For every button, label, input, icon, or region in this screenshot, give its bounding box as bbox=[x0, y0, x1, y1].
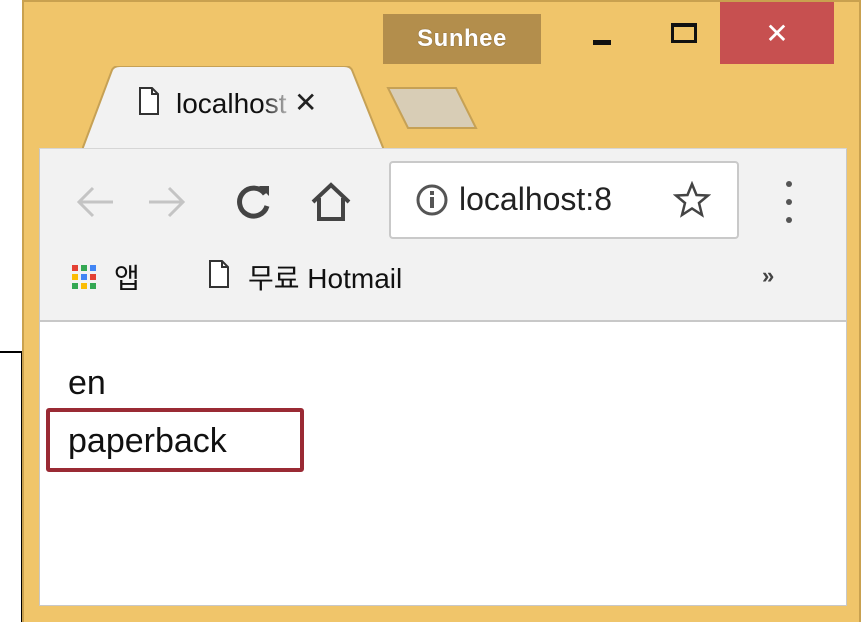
info-icon[interactable] bbox=[415, 183, 449, 222]
browser-window: Sunhee ✕ localhost ✕ localhost:8 앱 무료 Ho… bbox=[22, 0, 861, 622]
page-icon bbox=[208, 259, 230, 295]
maximize-button[interactable] bbox=[658, 2, 710, 64]
reload-button[interactable] bbox=[230, 179, 276, 225]
content-line-1: en bbox=[68, 364, 106, 402]
star-icon[interactable] bbox=[672, 180, 712, 224]
annotation-line-horizontal bbox=[0, 351, 22, 353]
back-button[interactable] bbox=[72, 179, 118, 225]
tab-title: localhost bbox=[176, 88, 287, 119]
bookmark-hotmail-label: 무료 Hotmail bbox=[248, 263, 403, 294]
bookmarks-overflow-button[interactable]: » bbox=[762, 263, 774, 289]
back-arrow-icon bbox=[76, 186, 113, 218]
tab-close-button[interactable]: ✕ bbox=[294, 86, 317, 119]
minimize-icon bbox=[593, 39, 611, 45]
bookmark-apps[interactable]: 앱 bbox=[72, 257, 140, 297]
address-bar[interactable]: localhost:8 bbox=[389, 161, 739, 239]
reload-icon bbox=[237, 185, 270, 219]
bookmark-hotmail[interactable]: 무료 Hotmail bbox=[208, 257, 402, 297]
forward-arrow-icon bbox=[149, 186, 186, 218]
address-text[interactable]: localhost:8 bbox=[459, 181, 659, 218]
content-line-2: paperback bbox=[68, 422, 227, 460]
browser-toolbar: localhost:8 앱 무료 Hotmail » bbox=[39, 148, 847, 320]
apps-grid-icon bbox=[72, 265, 96, 289]
close-window-button[interactable]: ✕ bbox=[720, 2, 834, 64]
page-content: en paperback bbox=[39, 320, 847, 606]
close-icon: ✕ bbox=[765, 17, 789, 49]
minimize-button[interactable] bbox=[576, 2, 628, 64]
home-button[interactable] bbox=[308, 179, 354, 225]
maximize-icon bbox=[671, 23, 697, 43]
tab-localhost[interactable]: localhost ✕ bbox=[82, 66, 384, 150]
forward-button[interactable] bbox=[144, 179, 190, 225]
new-tab-icon bbox=[386, 87, 478, 129]
profile-button[interactable]: Sunhee bbox=[383, 14, 541, 64]
menu-dots-icon[interactable] bbox=[774, 177, 804, 227]
bookmark-apps-label: 앱 bbox=[114, 263, 140, 294]
home-icon bbox=[311, 182, 351, 221]
new-tab-button[interactable] bbox=[384, 86, 480, 135]
